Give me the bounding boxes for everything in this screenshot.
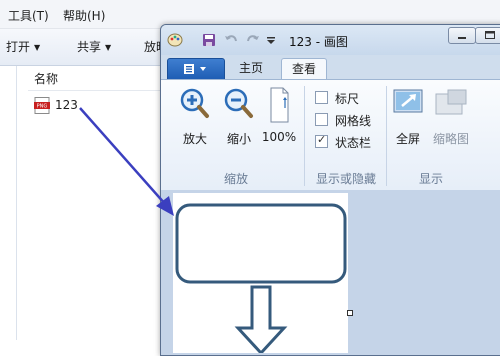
paint-menu-icon: [184, 64, 206, 74]
zoom-out-icon: [224, 88, 253, 118]
ribbon-tabs: 主页 查看: [161, 55, 500, 80]
paint-window: 123 - 画图 主页 查看 放大 缩小 100% 缩放 标尺 网格线 ✓ 状态…: [160, 24, 500, 356]
minimize-icon: [458, 37, 466, 39]
group-separator: [304, 86, 305, 186]
page-actual-size-icon: [270, 87, 289, 123]
checkbox-box: [315, 113, 328, 126]
open-button[interactable]: 打开 ▼: [6, 38, 40, 55]
zoom-100-button[interactable]: 100%: [259, 86, 299, 146]
file-menu-button[interactable]: [167, 58, 225, 80]
undo-icon[interactable]: [223, 32, 239, 48]
down-arrow-shape: [234, 285, 288, 355]
resize-handle[interactable]: [347, 310, 353, 316]
thumbnail-button[interactable]: 缩略图: [430, 86, 472, 146]
maximize-button[interactable]: [475, 27, 500, 44]
ruler-label: 标尺: [335, 92, 360, 106]
window-title: 123 - 画图: [289, 35, 348, 49]
tab-view[interactable]: 查看: [281, 58, 328, 79]
drawing-canvas[interactable]: [173, 193, 348, 355]
canvas-area: [161, 190, 500, 355]
zoom-out-button[interactable]: 缩小: [221, 86, 257, 146]
chevron-down-icon: ▼: [105, 43, 112, 52]
fullscreen-icon: [393, 89, 423, 113]
fullscreen-label: 全屏: [395, 132, 420, 146]
tab-home[interactable]: 主页: [229, 58, 273, 78]
flowchart-drawing: [175, 203, 347, 355]
svg-text:PNG: PNG: [37, 104, 48, 110]
maximize-icon: [485, 31, 495, 39]
title-bar: 123 - 画图: [161, 25, 500, 55]
thumbnail-icon: [435, 89, 467, 115]
customize-toolbar-icon[interactable]: [265, 32, 277, 48]
redo-icon[interactable]: [245, 32, 261, 48]
save-icon[interactable]: [201, 32, 217, 48]
paint-app-icon[interactable]: [167, 32, 183, 48]
group-label-zoom: 缩放: [223, 172, 248, 186]
thumbnail-label: 缩略图: [432, 132, 469, 146]
zoom-in-icon: [180, 88, 209, 118]
zoom-in-label: 放大: [182, 132, 207, 146]
group-separator: [386, 86, 387, 186]
group-label-display: 显示: [418, 172, 443, 186]
minimize-button[interactable]: [448, 27, 476, 44]
column-header-name[interactable]: 名称: [28, 66, 168, 91]
statusbar-label: 状态栏: [335, 136, 372, 150]
zoom-100-label: 100%: [261, 130, 297, 144]
checkbox-box: [315, 91, 328, 104]
group-label-show-hide: 显示或隐藏: [315, 172, 376, 186]
chevron-down-icon: ▼: [34, 43, 41, 52]
ribbon-view: 放大 缩小 100% 缩放 标尺 网格线 ✓ 状态栏 显示或隐藏 全屏 缩略图 …: [161, 79, 500, 191]
file-name: 123: [55, 98, 78, 112]
navigation-pane: [0, 66, 17, 340]
png-file-icon: PNG: [34, 97, 50, 114]
share-button[interactable]: 共享 ▼: [77, 38, 111, 55]
fullscreen-button[interactable]: 全屏: [390, 86, 426, 146]
checkbox-box-checked: [315, 133, 328, 148]
menu-help[interactable]: 帮助(H): [63, 7, 105, 24]
column-header-label: 名称: [34, 72, 59, 86]
rounded-rectangle-shape: [175, 203, 347, 284]
menu-tools[interactable]: 工具(T): [8, 7, 49, 24]
file-item[interactable]: PNG 123: [32, 96, 162, 116]
zoom-in-button[interactable]: 放大: [177, 86, 213, 146]
gridlines-label: 网格线: [335, 114, 372, 128]
zoom-out-label: 缩小: [226, 132, 251, 146]
